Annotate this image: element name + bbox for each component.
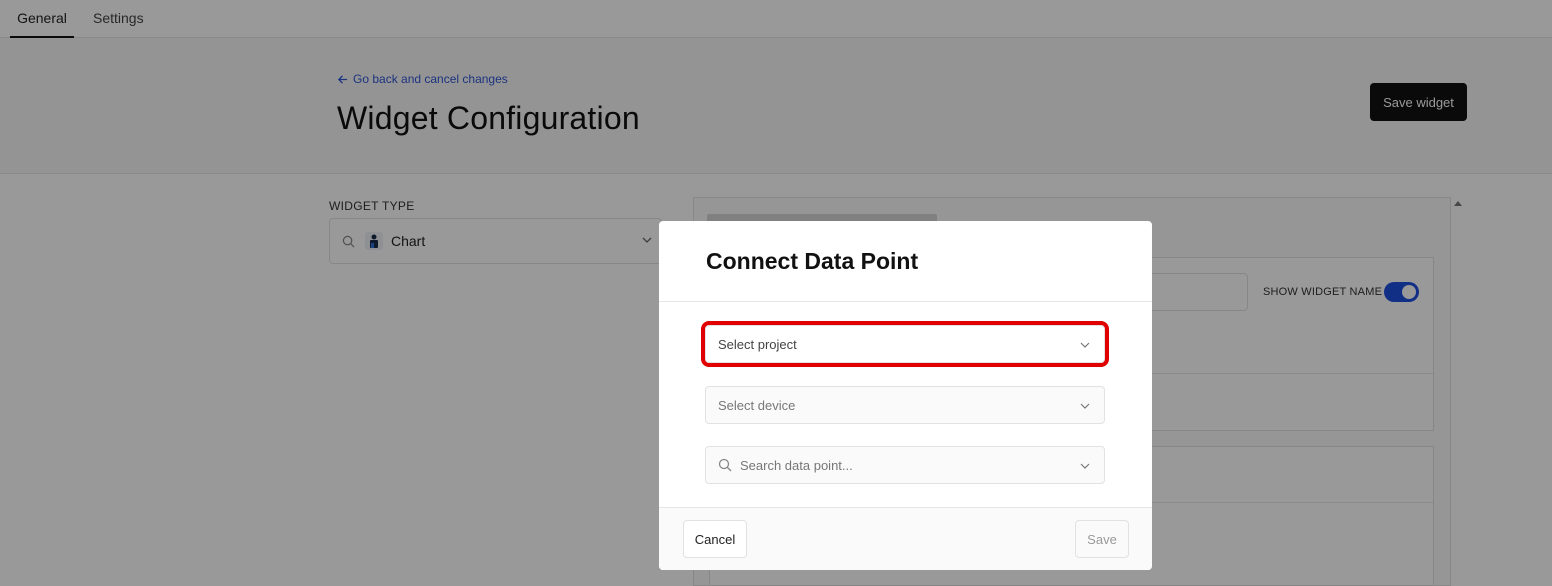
modal-footer: Cancel Save [659, 507, 1152, 570]
chevron-down-icon [1080, 463, 1090, 469]
search-data-point-input[interactable]: Search data point... [705, 446, 1105, 484]
chevron-down-icon [1080, 403, 1090, 409]
select-project-placeholder: Select project [718, 336, 797, 352]
modal-header: Connect Data Point [659, 221, 1152, 302]
cancel-button[interactable]: Cancel [683, 520, 747, 558]
search-icon [718, 458, 732, 472]
select-device-placeholder: Select device [718, 397, 796, 413]
chevron-down-icon [1080, 342, 1090, 348]
select-project-dropdown[interactable]: Select project [701, 321, 1109, 367]
save-button[interactable]: Save [1075, 520, 1129, 558]
select-device-dropdown[interactable]: Select device [705, 386, 1105, 424]
connect-data-point-modal: Connect Data Point Select project Select… [659, 221, 1152, 570]
modal-title: Connect Data Point [706, 248, 919, 274]
search-data-point-placeholder: Search data point... [740, 457, 853, 473]
